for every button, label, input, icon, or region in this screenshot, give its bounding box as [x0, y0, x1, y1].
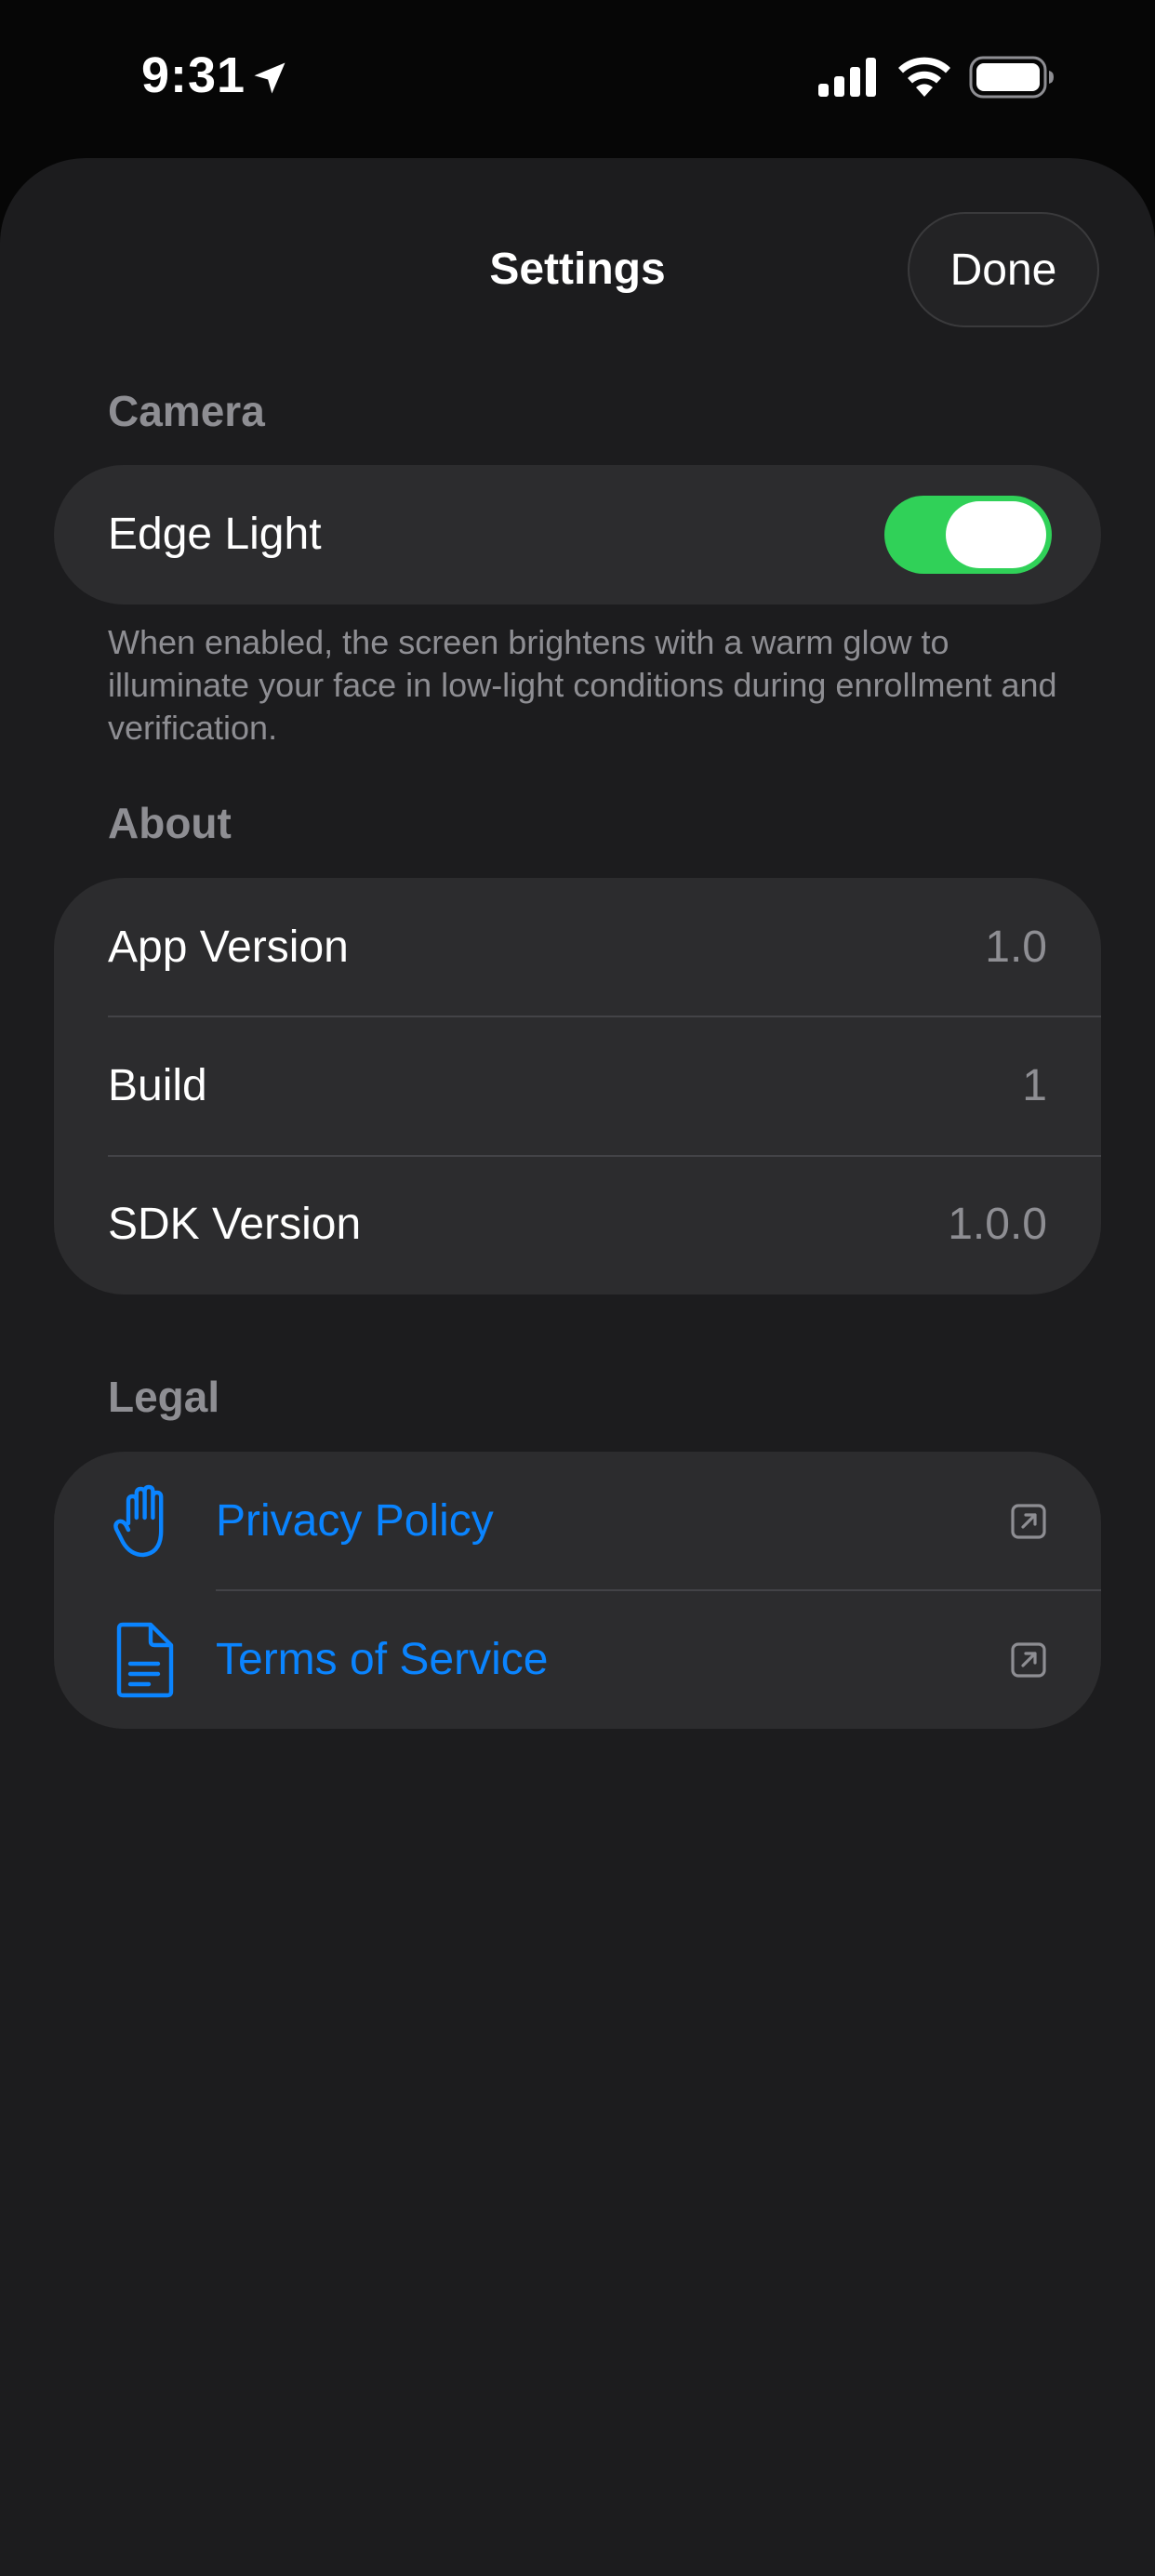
edge-light-toggle[interactable] [884, 496, 1052, 574]
wifi-icon [898, 57, 950, 97]
external-link-icon [1011, 1504, 1046, 1539]
done-button[interactable]: Done [908, 212, 1099, 327]
about-group: App Version 1.0 Build 1 SDK Version 1.0.… [54, 878, 1101, 1295]
camera-group: Edge Light [54, 465, 1101, 604]
row-label: Build [108, 1061, 207, 1110]
section-header-about: About [108, 799, 232, 847]
battery-icon [969, 56, 1054, 99]
status-time: 9:31 [141, 47, 246, 103]
status-bar: 9:31 [0, 0, 1155, 158]
about-row-app-version: App Version 1.0 [54, 878, 1101, 1017]
terms-of-service-link[interactable]: Terms of Service [216, 1590, 548, 1729]
row-value: 1.0.0 [948, 1200, 1047, 1249]
cellular-signal-icon [818, 58, 876, 97]
row-value: 1 [1022, 1061, 1047, 1110]
document-icon [116, 1622, 174, 1698]
about-row-sdk-version: SDK Version 1.0.0 [54, 1155, 1101, 1295]
raised-hand-icon [113, 1484, 164, 1558]
edge-light-label: Edge Light [108, 510, 322, 559]
edge-light-footer: When enabled, the screen brightens with … [108, 623, 1057, 747]
location-arrow-icon [254, 62, 285, 94]
privacy-policy-row[interactable]: Privacy Policy [54, 1452, 1101, 1591]
row-label: App Version [108, 923, 349, 972]
section-header-camera: Camera [108, 387, 265, 435]
edge-light-row: Edge Light [54, 465, 1101, 604]
row-label: SDK Version [108, 1200, 362, 1249]
legal-group: Privacy Policy Terms of Service [54, 1452, 1101, 1729]
toggle-knob [946, 501, 1046, 568]
about-row-build: Build 1 [54, 1016, 1101, 1156]
external-link-icon [1011, 1642, 1046, 1678]
section-header-legal: Legal [108, 1373, 220, 1421]
terms-of-service-row[interactable]: Terms of Service [54, 1590, 1101, 1729]
row-value: 1.0 [985, 923, 1047, 972]
privacy-policy-link[interactable]: Privacy Policy [216, 1452, 494, 1591]
